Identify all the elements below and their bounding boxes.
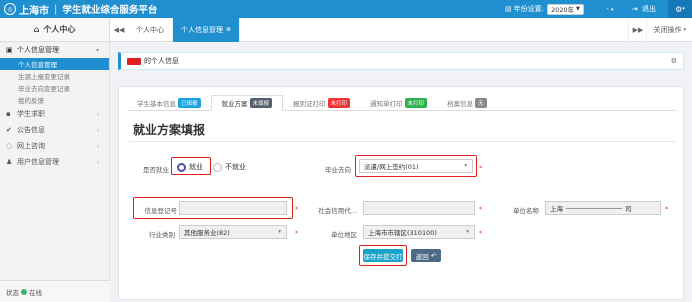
sidebar: ⌂ 个人中心 ▣ 个人信息管理 ▾ 个人信息管理 生源上报变更记录 毕业去向变更… [0,18,110,302]
logout-icon: ⇥ [631,5,638,13]
undo-icon: ↶ [430,251,437,260]
sidebar-item-destination-change-log[interactable]: 毕业去向变更记录 [0,82,109,94]
destination-select[interactable]: 派遣/网上签约(01) ▾ [359,159,473,173]
calendar-icon: ▤ [505,5,512,13]
chevron-down-icon: ▾ [611,7,614,13]
chevron-left-icon: ‹ [96,158,99,166]
tab-personal-info[interactable]: 个人信息管理 ⊗ [173,17,241,42]
back-button[interactable]: 返回 ↶ [411,249,441,262]
radio-unchecked-icon [213,162,222,172]
redacted-name [127,57,141,65]
save-submit-button[interactable]: 保存并提交打 [363,249,403,262]
logout-button[interactable]: ⇥ 退出 [632,4,656,14]
sidebar-header[interactable]: ⌂ 个人中心 [0,18,109,42]
gear-icon: ⚙ [675,4,683,14]
industry-label: 行业类别 [149,231,175,239]
main-content: 的个人信息 ⚙ 学生基本信息 已填报 就业方案 未填报 报到证打印 未打印 通知… [116,46,686,300]
form-tab-employment-plan[interactable]: 就业方案 未填报 [210,95,284,111]
required-mark: * [479,205,483,213]
region-label: 单位地区 [331,231,357,239]
status-badge: 无 [475,98,487,108]
year-select[interactable]: 2020年 ▼ [546,3,584,15]
year-setting-label: ▤ 年份设置: [505,5,544,13]
online-status-icon [21,288,27,295]
form-tab-report-print[interactable]: 报到证打印 未打印 [283,95,360,111]
form-tabs: 学生基本信息 已填报 就业方案 未填报 报到证打印 未打印 通知单打印 未打印 … [127,95,677,111]
tab-scroll-right-icon[interactable]: ▶▶ [628,18,646,42]
sidebar-group-job-search[interactable]: ▪ 学生求职 ‹ [0,106,109,122]
chevron-down-icon: ▼ [576,6,580,12]
briefcase-icon: ▪ [6,110,11,118]
user-menu[interactable]: - ▾ [596,5,624,13]
credit-code-input[interactable] [363,201,475,215]
top-bar: ◎ 上海市 | 学生就业综合服务平台 ▤ 年份设置: 2020年 ▼ - ▾ ⇥… [0,0,692,18]
required-mark: * [665,205,669,213]
radio-not-employed[interactable]: 不就业 [213,162,246,172]
chevron-down-icon: ▾ [95,46,99,54]
industry-select[interactable]: 其他服务业(82) ▾ [179,225,287,239]
form-tab-archive-info[interactable]: 档案信息 无 [437,95,497,111]
logo: ◎ 上海市 | 学生就业综合服务平台 [0,2,157,17]
chevron-left-icon: ‹ [96,126,99,134]
chevron-left-icon: ‹ [96,110,99,118]
info-banner: 的个人信息 ⚙ [118,52,684,70]
employed-label: 是否就业 [143,166,169,174]
redaction-line [566,207,622,209]
sidebar-item-personal-info[interactable]: 个人信息管理 [0,58,109,70]
form-title: 就业方案填报 [133,123,206,137]
status-bar: 状态 在线 [0,280,110,302]
sidebar-group-announcements[interactable]: ✔ 公告信息 ‹ [0,122,109,138]
users-icon: ♟ [6,158,13,166]
status-badge: 未填报 [249,98,273,108]
chevron-down-icon: ▾ [683,27,686,33]
tab-strip: ◀◀ 个人中心 个人信息管理 ⊗ ▶▶ 关闭操作 ▾ [110,17,692,42]
sidebar-item-feedback[interactable]: 我的反馈 [0,94,109,106]
close-tab-icon[interactable]: ⊗ [226,26,231,33]
divider [129,141,675,142]
sidebar-group-user-management[interactable]: ♟ 用户信息管理 ‹ [0,154,109,170]
form-panel: 学生基本信息 已填报 就业方案 未填报 报到证打印 未打印 通知单打印 未打印 … [118,86,684,300]
chat-icon: ◌ [6,142,13,150]
required-mark: * [295,205,299,213]
required-mark: * [295,229,299,237]
chevron-down-icon: ▾ [464,163,467,169]
tab-scroll-left-icon[interactable]: ◀◀ [110,26,128,34]
logo-text: 上海市 [19,5,49,17]
radio-employed[interactable]: 就业 [177,162,203,172]
check-icon: ✔ [6,126,12,134]
settings-button[interactable]: ⚙ ▾ [668,0,692,18]
region-select[interactable]: 上海市市辖区(310100) ▾ [363,225,475,239]
user-card-icon: ▣ [6,46,13,54]
close-operations-menu[interactable]: 关闭操作 ▾ [646,18,692,42]
form-tab-notice-print[interactable]: 通知单打印 未打印 [360,95,437,111]
chevron-down-icon: ▾ [682,6,685,12]
app-title: 学生就业综合服务平台 [62,5,158,16]
destination-label: 毕业去向 [325,166,351,174]
status-badge: 已填报 [178,98,201,108]
tab-personal-center[interactable]: 个人中心 [128,17,173,42]
status-badge: 未打印 [327,98,351,108]
logo-mark-icon: ◎ [4,3,16,15]
required-mark: * [479,229,483,237]
credit-code-label: 社会信用代... [318,207,357,215]
sidebar-item-source-change-log[interactable]: 生源上报变更记录 [0,70,109,82]
chevron-down-icon: ▾ [278,229,281,235]
radio-checked-icon [177,162,186,172]
gear-icon[interactable]: ⚙ [671,57,677,65]
home-icon: ⌂ [33,25,40,34]
unit-name-label: 单位名称 [513,207,539,215]
registration-input[interactable] [179,201,287,215]
registration-label: 信息登记号 [144,207,178,215]
form-tab-basic-info[interactable]: 学生基本信息 已填报 [127,95,211,111]
sidebar-group-personal-info[interactable]: ▣ 个人信息管理 ▾ [0,42,109,58]
unit-name-input[interactable]: 上海 司 [545,201,661,215]
required-mark: * [479,164,483,172]
chevron-left-icon: ‹ [96,142,99,150]
chevron-down-icon: ▾ [466,229,469,235]
sidebar-group-consult[interactable]: ◌ 网上咨询 ‹ [0,138,109,154]
status-badge: 未打印 [404,98,428,108]
logo-separator: | [54,3,58,15]
